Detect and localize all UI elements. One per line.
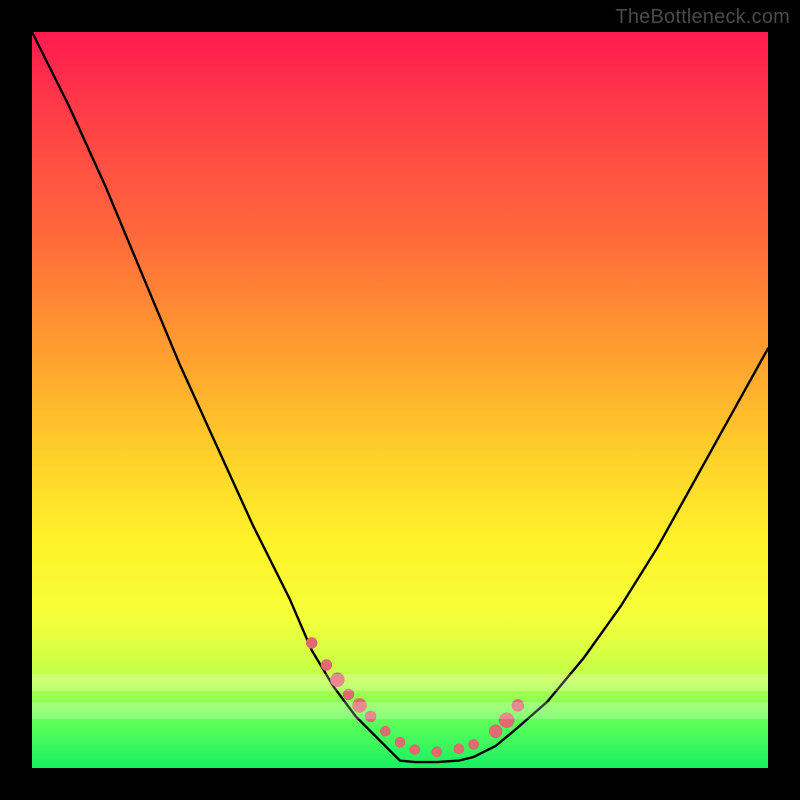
marker-point	[432, 747, 442, 757]
marker-point	[454, 744, 464, 754]
marker-point	[353, 698, 367, 712]
marker-point	[395, 737, 405, 747]
plot-area	[32, 32, 768, 768]
marker-point	[489, 725, 502, 738]
marker-point	[365, 711, 376, 722]
marker-point	[469, 739, 479, 749]
marker-point	[410, 745, 420, 755]
marker-point	[499, 713, 514, 728]
watermark-text: TheBottleneck.com	[615, 6, 790, 29]
bottleneck-curve	[32, 32, 768, 762]
marker-point	[321, 660, 332, 671]
marker-point	[330, 673, 344, 687]
highlight-markers	[306, 637, 524, 756]
chart-svg	[32, 32, 768, 768]
marker-point	[512, 699, 524, 711]
marker-point	[306, 637, 317, 648]
chart-frame: TheBottleneck.com	[0, 0, 800, 800]
marker-point	[380, 726, 390, 736]
marker-point	[343, 689, 354, 700]
